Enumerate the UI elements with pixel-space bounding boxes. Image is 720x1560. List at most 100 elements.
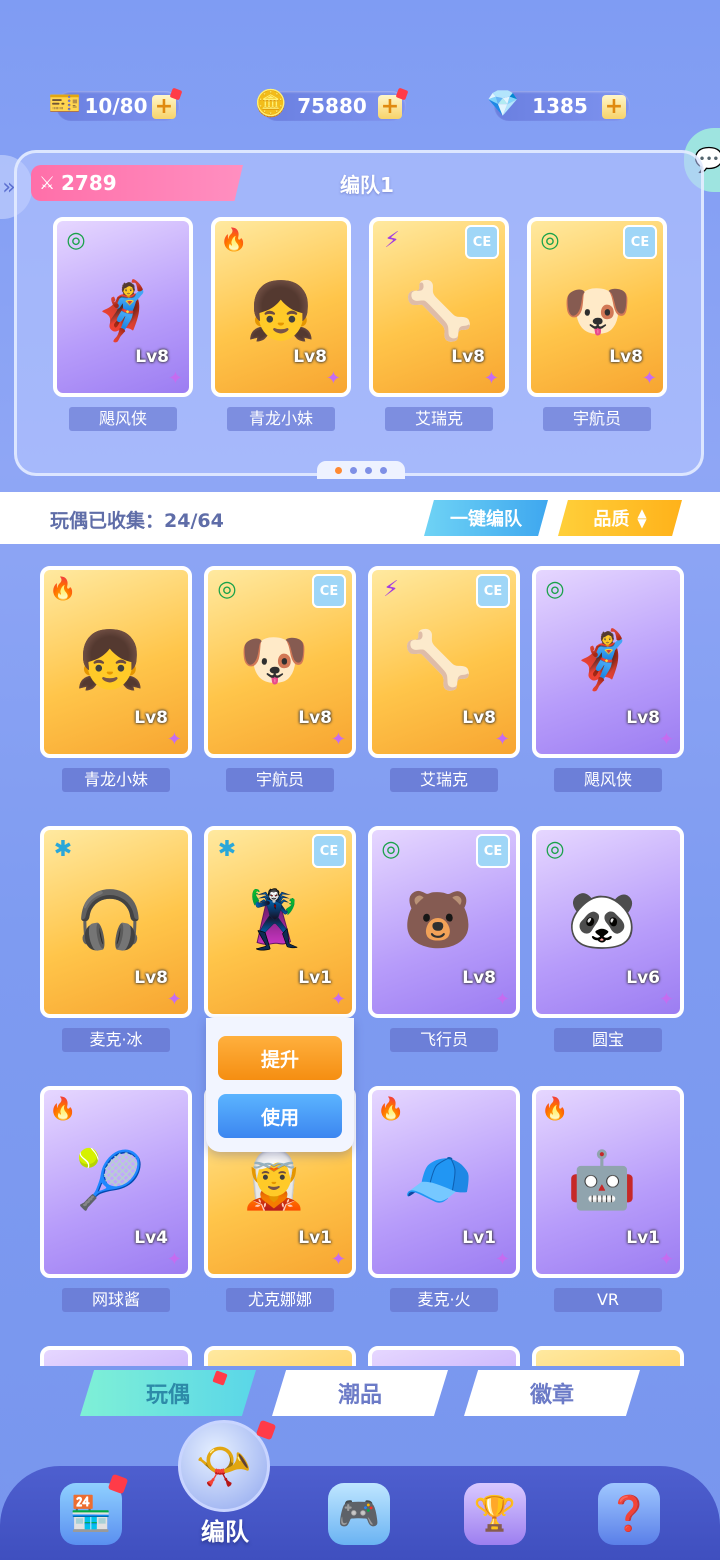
nav-team-label: 编队 [201,1518,249,1546]
doll-card[interactable]: 🦴 ⚡ CE Lv8 ✦ 艾瑞克 [368,566,520,792]
doll-level: Lv1 [462,1228,496,1248]
element-fire-icon: 🔥 [377,1096,405,1122]
tab-badges-label: 徽章 [529,1383,574,1408]
sparkle-star-icon: ✦ [494,1249,510,1270]
doll-card[interactable]: 🐻 ◎ CE Lv8 ✦ 飞行员 [368,826,520,1052]
ticket-icon: 🎫 [48,89,82,119]
doll-portrait[interactable]: 🎧 ✱ Lv8 ✦ [40,826,192,1018]
doll-portrait[interactable]: 🦴 ⚡ CE Lv8 ✦ [368,566,520,758]
doll-figure: 🦹 [239,888,309,953]
doll-level: Lv8 [134,708,168,728]
add-gems-button[interactable]: + [602,95,626,119]
nav-mystery[interactable]: ❓ [584,1474,674,1554]
category-tabs: 玩偶 潮品 徽章 [80,1370,640,1418]
doll-card-partial[interactable] [532,1346,684,1366]
doll-portrait[interactable]: 🦸 ◎ Lv8 ✦ [532,566,684,758]
doll-level: Lv8 [462,968,496,988]
doll-figure: 🦸 [567,628,637,693]
element-fire-icon: 🔥 [220,227,248,253]
element-wind-icon: ◎ [540,227,560,253]
doll-card-partial[interactable] [40,1346,192,1366]
doll-name: 青龙小妹 [227,407,335,431]
team-pager[interactable] [317,461,405,479]
doll-card[interactable]: 🤖 🔥 Lv1 ✦ VR [532,1086,684,1312]
doll-card[interactable]: 🦸 ◎ Lv8 ✦ 飓风侠 [53,217,193,431]
doll-portrait[interactable]: 🐻 ◎ CE Lv8 ✦ [368,826,520,1018]
element-fire-icon: 🔥 [49,576,77,602]
element-wind-icon: ◎ [217,576,237,602]
doll-portrait[interactable]: 👧 🔥 Lv8 ✦ [211,217,351,397]
tab-trendy-label: 潮品 [337,1383,382,1408]
doll-card[interactable]: 🦴 ⚡ CE Lv8 ✦ 艾瑞克 [369,217,509,431]
doll-card[interactable]: 🐶 ◎ CE Lv8 ✦ 宇航员 [527,217,667,431]
nav-game[interactable]: 🎮 [314,1474,404,1554]
notification-dot [395,87,409,101]
quality-sort-button[interactable]: 品质 ▲ ▼ [558,500,682,536]
doll-card-partial[interactable] [368,1346,520,1366]
doll-portrait[interactable]: 🤖 🔥 Lv1 ✦ [532,1086,684,1278]
page-dot[interactable] [365,466,372,474]
ce-badge-icon: CE [476,574,510,608]
doll-portrait[interactable]: 🧢 🔥 Lv1 ✦ [368,1086,520,1278]
page-dot[interactable] [350,466,357,474]
doll-card[interactable]: 🎧 ✱ Lv8 ✦ 麦克·冰 [40,826,192,1052]
doll-figure: 🎾 [75,1148,145,1213]
doll-portrait[interactable]: 🦹 ✱ CE Lv1 ✦ [204,826,356,1018]
mystery-box-icon: ❓ [598,1483,660,1545]
element-ice-icon: ✱ [53,836,73,862]
nav-team[interactable]: 📯 编队 [170,1419,280,1560]
doll-name: 麦克·冰 [62,1028,170,1052]
doll-card[interactable]: 🦸 ◎ Lv8 ✦ 飓风侠 [532,566,684,792]
doll-portrait[interactable]: 🐼 ◎ Lv6 ✦ [532,826,684,1018]
add-coins-button[interactable]: + [378,87,409,119]
doll-card-partial[interactable] [204,1346,356,1366]
team-panel: ⚔ 2789 编队1 🦸 ◎ Lv8 ✦ 飓风侠 👧 🔥 Lv8 ✦ 青龙小妹 🦴 ⚡ CE Lv8 ✦ 艾瑞… [14,150,704,479]
sparkle-star-icon: ✦ [658,989,674,1010]
doll-figure: 🐼 [567,888,637,953]
auto-team-button[interactable]: 一键编队 [424,500,548,536]
add-tickets-button[interactable]: + [152,87,183,119]
doll-card[interactable]: 👧 🔥 Lv8 ✦ 青龙小妹 [211,217,351,431]
doll-card[interactable]: 🎾 🔥 Lv4 ✦ 网球酱 [40,1086,192,1312]
doll-level: Lv1 [298,968,332,988]
sparkle-star-icon: ✦ [641,368,657,389]
page-dot-active[interactable] [335,466,342,474]
nav-shop[interactable]: 🏪 [46,1473,136,1554]
tab-dolls[interactable]: 玩偶 [80,1370,256,1416]
doll-portrait[interactable]: 🐶 ◎ CE Lv8 ✦ [204,566,356,758]
doll-level: Lv8 [462,708,496,728]
doll-card[interactable]: 👧 🔥 Lv8 ✦ 青龙小妹 [40,566,192,792]
use-button[interactable]: 使用 [218,1094,342,1138]
doll-card[interactable]: 🧢 🔥 Lv1 ✦ 麦克·火 [368,1086,520,1312]
upgrade-button[interactable]: 提升 [218,1036,342,1080]
doll-portrait[interactable]: 🐶 ◎ CE Lv8 ✦ [527,217,667,397]
doll-card[interactable]: 🐶 ◎ CE Lv8 ✦ 宇航员 [204,566,356,792]
doll-level: Lv8 [134,968,168,988]
element-fire-icon: 🔥 [541,1096,569,1122]
doll-portrait[interactable]: 🎾 🔥 Lv4 ✦ [40,1086,192,1278]
doll-card[interactable]: 🐼 ◎ Lv6 ✦ 圆宝 [532,826,684,1052]
tab-trendy[interactable]: 潮品 [272,1370,448,1416]
doll-grid: 👧 🔥 Lv8 ✦ 青龙小妹 🐶 ◎ CE Lv8 ✦ 宇航员 🦴 ⚡ CE Lv8 ✦ 艾瑞克 🦸 ◎ Lv8 ✦ 飓风… [40,566,700,1366]
sparkle-star-icon: ✦ [330,1249,346,1270]
doll-portrait[interactable]: 👧 🔥 Lv8 ✦ [40,566,192,758]
doll-figure: 🤖 [567,1148,637,1213]
doll-figure: 🦴 [403,628,473,693]
doll-portrait[interactable] [532,1346,684,1366]
tab-badges[interactable]: 徽章 [464,1370,640,1416]
doll-portrait[interactable] [368,1346,520,1366]
nav-trophy[interactable]: 🏆 [450,1474,540,1554]
collection-count: 玩偶已收集：24/64 [50,510,224,532]
doll-name: 网球酱 [62,1288,170,1312]
doll-name: 尤克娜娜 [226,1288,334,1312]
gamepad-icon: 🎮 [328,1483,390,1545]
gems-counter: 💎 1385 + [487,88,630,124]
doll-portrait[interactable]: 🦸 ◎ Lv8 ✦ [53,217,193,397]
doll-portrait[interactable]: 🦴 ⚡ CE Lv8 ✦ [369,217,509,397]
page-dot[interactable] [380,466,387,474]
element-fire-icon: 🔥 [49,1096,77,1122]
sparkle-star-icon: ✦ [166,729,182,750]
doll-portrait[interactable] [204,1346,356,1366]
doll-name: 宇航员 [226,768,334,792]
doll-portrait[interactable] [40,1346,192,1366]
